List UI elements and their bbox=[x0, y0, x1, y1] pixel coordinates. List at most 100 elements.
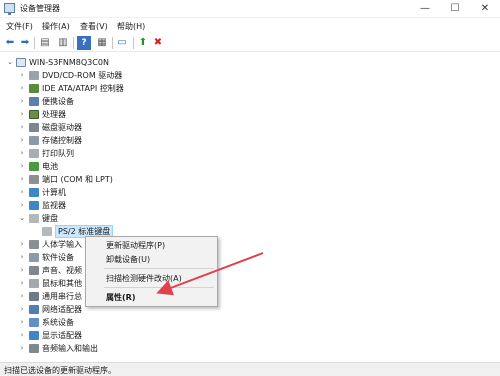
tree-item-label: 显示适配器 bbox=[42, 331, 82, 340]
tree-item-print-queue[interactable]: › 打印队列 bbox=[0, 147, 200, 160]
back-arrow-icon[interactable]: ⬅ bbox=[3, 36, 17, 50]
tree-item-label: 鼠标和其他 bbox=[42, 279, 82, 288]
menu-help[interactable]: 帮助(H) bbox=[117, 21, 145, 32]
computer-icon bbox=[16, 58, 26, 67]
mouse-icon bbox=[29, 279, 39, 288]
expand-icon[interactable]: › bbox=[18, 147, 26, 160]
menu-item-properties[interactable]: 属性(R) bbox=[106, 292, 135, 303]
keyboard-icon bbox=[29, 214, 39, 223]
expand-icon[interactable]: › bbox=[18, 238, 26, 251]
menu-item-scan-hardware[interactable]: 扫描检测硬件改动(A) bbox=[106, 273, 182, 284]
computer-icon bbox=[29, 188, 39, 197]
expand-icon[interactable]: › bbox=[18, 329, 26, 342]
tree-item-disk[interactable]: › 磁盘驱动器 bbox=[0, 121, 200, 134]
audio-io-icon bbox=[29, 344, 39, 353]
expand-icon[interactable]: › bbox=[18, 303, 26, 316]
grid-view-icon[interactable]: ▦ bbox=[95, 36, 109, 50]
expand-icon[interactable]: › bbox=[18, 277, 26, 290]
monitor-icon bbox=[29, 201, 39, 210]
tree-item-processor[interactable]: › 处理器 bbox=[0, 108, 200, 121]
minimize-button[interactable]: — bbox=[410, 0, 440, 18]
tree-item-audio-io[interactable]: › 音频输入和输出 bbox=[0, 342, 200, 355]
expand-icon[interactable]: › bbox=[18, 95, 26, 108]
software-device-icon bbox=[29, 253, 39, 262]
menu-view[interactable]: 查看(V) bbox=[80, 21, 108, 32]
tree-item-display[interactable]: › 显示适配器 bbox=[0, 329, 200, 342]
tree-item-label: 电池 bbox=[42, 162, 58, 171]
tree-item-hid[interactable]: › 人体学输入 bbox=[0, 238, 84, 251]
device-tree: ⌄ WIN-S3FNM8Q3C0N › DVD/CD-ROM 驱动器 › IDE… bbox=[0, 54, 500, 362]
show-hide-icon[interactable]: ▥ bbox=[56, 36, 70, 50]
menu-item-update-driver[interactable]: 更新驱动程序(P) bbox=[106, 240, 165, 251]
tree-item-monitor[interactable]: › 监视器 bbox=[0, 199, 200, 212]
tree-item-label: 磁盘驱动器 bbox=[42, 123, 82, 132]
expand-icon[interactable]: › bbox=[18, 121, 26, 134]
menu-item-uninstall-device[interactable]: 卸载设备(U) bbox=[106, 254, 150, 265]
tree-item-ide[interactable]: › IDE ATA/ATAPI 控制器 bbox=[0, 82, 200, 95]
portable-device-icon bbox=[29, 97, 39, 106]
collapse-icon[interactable]: ⌄ bbox=[18, 212, 26, 225]
tree-item-battery[interactable]: › 电池 bbox=[0, 160, 200, 173]
usb-icon bbox=[29, 292, 39, 301]
expand-icon[interactable]: › bbox=[18, 173, 26, 186]
tree-item-label: 处理器 bbox=[42, 110, 66, 119]
tree-item-portable[interactable]: › 便携设备 bbox=[0, 95, 200, 108]
menu-file[interactable]: 文件(F) bbox=[6, 21, 33, 32]
tree-item-keyboard[interactable]: ⌄ 键盘 bbox=[0, 212, 200, 225]
display-adapter-icon bbox=[29, 331, 39, 340]
tree-item-dvd[interactable]: › DVD/CD-ROM 驱动器 bbox=[0, 69, 200, 82]
toolbar-separator bbox=[73, 37, 74, 49]
tree-item-label: IDE ATA/ATAPI 控制器 bbox=[42, 84, 124, 93]
toolbar-separator bbox=[133, 37, 134, 49]
tree-item-label: 声音、视频 bbox=[42, 266, 82, 275]
hid-icon bbox=[29, 240, 39, 249]
uninstall-icon[interactable]: ✖ bbox=[151, 36, 165, 50]
update-driver-icon[interactable]: ⬆ bbox=[136, 36, 150, 50]
collapse-icon[interactable]: ⌄ bbox=[6, 56, 14, 69]
monitor-icon[interactable]: ▭ bbox=[115, 36, 129, 50]
tree-item-system[interactable]: › 系统设备 bbox=[0, 316, 200, 329]
tree-item-label: 音频输入和输出 bbox=[42, 344, 98, 353]
tree-item-storage[interactable]: › 存储控制器 bbox=[0, 134, 200, 147]
expand-icon[interactable]: › bbox=[18, 251, 26, 264]
dvd-drive-icon bbox=[29, 71, 39, 80]
sound-icon bbox=[29, 266, 39, 275]
expand-icon[interactable]: › bbox=[18, 82, 26, 95]
expand-icon[interactable]: › bbox=[18, 186, 26, 199]
tree-item-usb[interactable]: › 通用串行总 bbox=[0, 290, 84, 303]
tree-item-label: 便携设备 bbox=[42, 97, 74, 106]
tree-item-label: 人体学输入 bbox=[42, 240, 82, 249]
storage-controller-icon bbox=[29, 136, 39, 145]
menu-action[interactable]: 操作(A) bbox=[42, 21, 70, 32]
tree-root-label: WIN-S3FNM8Q3C0N bbox=[29, 58, 109, 67]
tree-root[interactable]: ⌄ WIN-S3FNM8Q3C0N bbox=[0, 56, 200, 69]
tree-item-label: 打印队列 bbox=[42, 149, 74, 158]
expand-icon[interactable]: › bbox=[18, 69, 26, 82]
properties-icon[interactable]: ▤ bbox=[38, 36, 52, 50]
expand-icon[interactable]: › bbox=[18, 290, 26, 303]
status-bar: 扫描已选设备的更新驱动程序。 bbox=[0, 362, 500, 376]
forward-arrow-icon[interactable]: ➡ bbox=[18, 36, 32, 50]
expand-icon[interactable]: › bbox=[18, 199, 26, 212]
expand-icon[interactable]: › bbox=[18, 134, 26, 147]
tree-item-label: 网络适配器 bbox=[42, 305, 82, 314]
expand-icon[interactable]: › bbox=[18, 342, 26, 355]
expand-icon[interactable]: › bbox=[18, 160, 26, 173]
tree-item-label: 监视器 bbox=[42, 201, 66, 210]
maximize-button[interactable]: ☐ bbox=[440, 0, 470, 18]
expand-icon[interactable]: › bbox=[18, 264, 26, 277]
window-title: 设备管理器 bbox=[20, 4, 60, 13]
close-button[interactable]: ✕ bbox=[470, 0, 500, 18]
keyboard-icon bbox=[42, 227, 52, 236]
expand-icon[interactable]: › bbox=[18, 316, 26, 329]
tree-item-ports[interactable]: › 端口 (COM 和 LPT) bbox=[0, 173, 200, 186]
context-menu: 更新驱动程序(P) 卸载设备(U) 扫描检测硬件改动(A) 属性(R) bbox=[85, 236, 218, 307]
tree-item-software[interactable]: › 软件设备 bbox=[0, 251, 84, 264]
tree-item-label: 系统设备 bbox=[42, 318, 74, 327]
tree-item-mouse[interactable]: › 鼠标和其他 bbox=[0, 277, 84, 290]
tree-item-computer[interactable]: › 计算机 bbox=[0, 186, 200, 199]
tree-item-sound[interactable]: › 声音、视频 bbox=[0, 264, 84, 277]
help-icon[interactable]: ? bbox=[77, 36, 91, 50]
expand-icon[interactable]: › bbox=[18, 108, 26, 121]
tree-item-label: 端口 (COM 和 LPT) bbox=[42, 175, 113, 184]
